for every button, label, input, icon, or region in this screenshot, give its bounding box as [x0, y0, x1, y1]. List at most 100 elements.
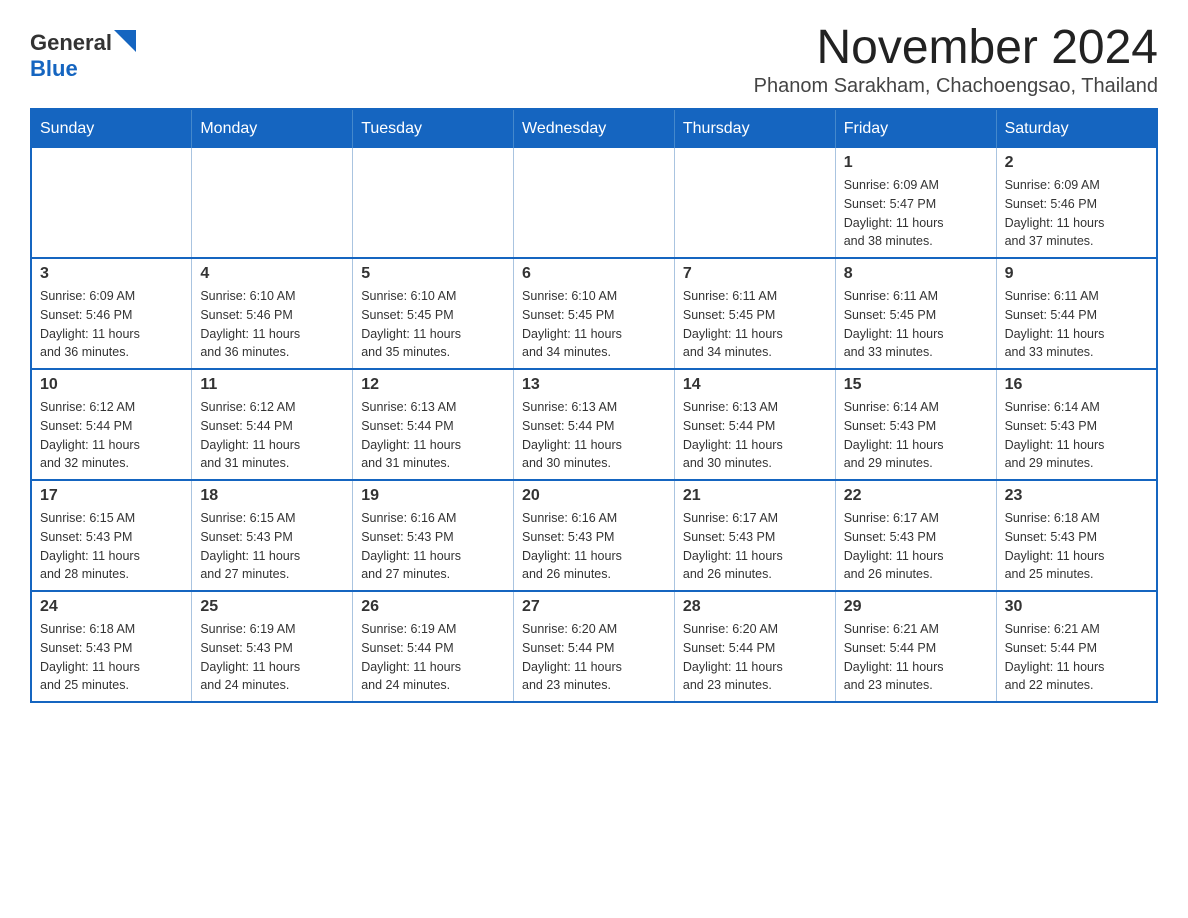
- logo-triangle-icon: [114, 30, 136, 52]
- day-info: Sunrise: 6:09 AMSunset: 5:47 PMDaylight:…: [844, 176, 988, 251]
- day-info: Sunrise: 6:13 AMSunset: 5:44 PMDaylight:…: [683, 398, 827, 473]
- day-number: 1: [844, 154, 988, 172]
- day-info: Sunrise: 6:19 AMSunset: 5:43 PMDaylight:…: [200, 620, 344, 695]
- calendar-day-cell: [353, 148, 514, 258]
- calendar-day-cell: 27Sunrise: 6:20 AMSunset: 5:44 PMDayligh…: [514, 591, 675, 702]
- day-number: 15: [844, 376, 988, 394]
- day-info: Sunrise: 6:11 AMSunset: 5:45 PMDaylight:…: [844, 287, 988, 362]
- calendar-day-cell: 23 Sunrise: 6:18 AMSunset: 5:43 PMDayligh…: [996, 480, 1157, 591]
- calendar-day-cell: 28 Sunrise: 6:20 AMSunset: 5:44 PMDayligh…: [674, 591, 835, 702]
- calendar-day-cell: 12Sunrise: 6:13 AMSunset: 5:44 PMDayligh…: [353, 369, 514, 480]
- title-area: November 2024 Phanom Sarakham, Chachoeng…: [754, 20, 1158, 98]
- day-number: 20: [522, 487, 666, 505]
- day-info: Sunrise: 6:15 AMSunset: 5:43 PMDaylight:…: [200, 509, 344, 584]
- calendar-day-cell: 10 Sunrise: 6:12 AMSunset: 5:44 PMDayligh…: [31, 369, 192, 480]
- calendar-day-cell: 16 Sunrise: 6:14 AMSunset: 5:43 PMDayligh…: [996, 369, 1157, 480]
- day-info: Sunrise: 6:16 AMSunset: 5:43 PMDaylight:…: [361, 509, 505, 584]
- day-info: Sunrise: 6:12 AMSunset: 5:44 PMDaylight:…: [200, 398, 344, 473]
- calendar-day-cell: 26Sunrise: 6:19 AMSunset: 5:44 PMDayligh…: [353, 591, 514, 702]
- calendar-week-row: 1 Sunrise: 6:09 AMSunset: 5:47 PMDaylight…: [31, 148, 1157, 258]
- day-number: 18: [200, 487, 344, 505]
- calendar-day-header: Wednesday: [514, 109, 675, 148]
- calendar-day-cell: 1 Sunrise: 6:09 AMSunset: 5:47 PMDaylight…: [835, 148, 996, 258]
- calendar-day-cell: 17 Sunrise: 6:15 AMSunset: 5:43 PMDayligh…: [31, 480, 192, 591]
- day-info: Sunrise: 6:10 AMSunset: 5:46 PMDaylight:…: [200, 287, 344, 362]
- day-number: 28: [683, 598, 827, 616]
- day-info: Sunrise: 6:16 AMSunset: 5:43 PMDaylight:…: [522, 509, 666, 584]
- calendar-day-cell: 21 Sunrise: 6:17 AMSunset: 5:43 PMDayligh…: [674, 480, 835, 591]
- day-info: Sunrise: 6:14 AMSunset: 5:43 PMDaylight:…: [844, 398, 988, 473]
- logo-blue-text: Blue: [30, 56, 78, 82]
- calendar-day-cell: 25 Sunrise: 6:19 AMSunset: 5:43 PMDayligh…: [192, 591, 353, 702]
- day-info: Sunrise: 6:10 AMSunset: 5:45 PMDaylight:…: [522, 287, 666, 362]
- day-info: Sunrise: 6:20 AMSunset: 5:44 PMDaylight:…: [522, 620, 666, 695]
- calendar-day-cell: 2 Sunrise: 6:09 AMSunset: 5:46 PMDaylight…: [996, 148, 1157, 258]
- day-number: 6: [522, 265, 666, 283]
- day-info: Sunrise: 6:17 AMSunset: 5:43 PMDaylight:…: [683, 509, 827, 584]
- day-number: 5: [361, 265, 505, 283]
- calendar-day-cell: 30Sunrise: 6:21 AMSunset: 5:44 PMDayligh…: [996, 591, 1157, 702]
- day-number: 13: [522, 376, 666, 394]
- calendar-day-cell: [31, 148, 192, 258]
- day-number: 21: [683, 487, 827, 505]
- day-number: 24: [40, 598, 183, 616]
- calendar-day-cell: 19Sunrise: 6:16 AMSunset: 5:43 PMDayligh…: [353, 480, 514, 591]
- calendar-week-row: 17 Sunrise: 6:15 AMSunset: 5:43 PMDayligh…: [31, 480, 1157, 591]
- calendar-table: SundayMondayTuesdayWednesdayThursdayFrid…: [30, 108, 1158, 703]
- calendar-day-header: Tuesday: [353, 109, 514, 148]
- day-number: 17: [40, 487, 183, 505]
- calendar-day-cell: 4Sunrise: 6:10 AMSunset: 5:46 PMDaylight…: [192, 258, 353, 369]
- day-number: 9: [1005, 265, 1148, 283]
- day-info: Sunrise: 6:21 AMSunset: 5:44 PMDaylight:…: [844, 620, 988, 695]
- calendar-day-cell: 13 Sunrise: 6:13 AMSunset: 5:44 PMDayligh…: [514, 369, 675, 480]
- calendar-day-header: Saturday: [996, 109, 1157, 148]
- day-number: 26: [361, 598, 505, 616]
- day-number: 10: [40, 376, 183, 394]
- calendar-day-cell: 6 Sunrise: 6:10 AMSunset: 5:45 PMDaylight…: [514, 258, 675, 369]
- calendar-day-cell: 22 Sunrise: 6:17 AMSunset: 5:43 PMDayligh…: [835, 480, 996, 591]
- day-info: Sunrise: 6:18 AMSunset: 5:43 PMDaylight:…: [1005, 509, 1148, 584]
- day-number: 16: [1005, 376, 1148, 394]
- day-info: Sunrise: 6:10 AMSunset: 5:45 PMDaylight:…: [361, 287, 505, 362]
- day-number: 22: [844, 487, 988, 505]
- calendar-day-cell: [192, 148, 353, 258]
- day-number: 23: [1005, 487, 1148, 505]
- calendar-header-row: SundayMondayTuesdayWednesdayThursdayFrid…: [31, 109, 1157, 148]
- calendar-week-row: 10 Sunrise: 6:12 AMSunset: 5:44 PMDayligh…: [31, 369, 1157, 480]
- day-info: Sunrise: 6:11 AMSunset: 5:45 PMDaylight:…: [683, 287, 827, 362]
- calendar-week-row: 24 Sunrise: 6:18 AMSunset: 5:43 PMDayligh…: [31, 591, 1157, 702]
- calendar-day-header: Thursday: [674, 109, 835, 148]
- calendar-day-header: Friday: [835, 109, 996, 148]
- day-info: Sunrise: 6:13 AMSunset: 5:44 PMDaylight:…: [522, 398, 666, 473]
- main-title: November 2024: [754, 20, 1158, 75]
- calendar-day-cell: [514, 148, 675, 258]
- day-number: 25: [200, 598, 344, 616]
- day-info: Sunrise: 6:11 AMSunset: 5:44 PMDaylight:…: [1005, 287, 1148, 362]
- subtitle: Phanom Sarakham, Chachoengsao, Thailand: [754, 75, 1158, 98]
- calendar-week-row: 3 Sunrise: 6:09 AMSunset: 5:46 PMDaylight…: [31, 258, 1157, 369]
- day-info: Sunrise: 6:09 AMSunset: 5:46 PMDaylight:…: [40, 287, 183, 362]
- day-info: Sunrise: 6:20 AMSunset: 5:44 PMDaylight:…: [683, 620, 827, 695]
- calendar-day-cell: 20 Sunrise: 6:16 AMSunset: 5:43 PMDayligh…: [514, 480, 675, 591]
- day-info: Sunrise: 6:15 AMSunset: 5:43 PMDaylight:…: [40, 509, 183, 584]
- calendar-day-cell: 18 Sunrise: 6:15 AMSunset: 5:43 PMDayligh…: [192, 480, 353, 591]
- calendar-day-cell: 7Sunrise: 6:11 AMSunset: 5:45 PMDaylight…: [674, 258, 835, 369]
- day-number: 3: [40, 265, 183, 283]
- day-info: Sunrise: 6:09 AMSunset: 5:46 PMDaylight:…: [1005, 176, 1148, 251]
- day-number: 12: [361, 376, 505, 394]
- day-info: Sunrise: 6:18 AMSunset: 5:43 PMDaylight:…: [40, 620, 183, 695]
- day-number: 29: [844, 598, 988, 616]
- day-info: Sunrise: 6:17 AMSunset: 5:43 PMDaylight:…: [844, 509, 988, 584]
- calendar-day-cell: 29 Sunrise: 6:21 AMSunset: 5:44 PMDayligh…: [835, 591, 996, 702]
- day-info: Sunrise: 6:12 AMSunset: 5:44 PMDaylight:…: [40, 398, 183, 473]
- calendar-day-cell: [674, 148, 835, 258]
- calendar-day-cell: 9 Sunrise: 6:11 AMSunset: 5:44 PMDaylight…: [996, 258, 1157, 369]
- day-info: Sunrise: 6:14 AMSunset: 5:43 PMDaylight:…: [1005, 398, 1148, 473]
- day-number: 2: [1005, 154, 1148, 172]
- day-number: 11: [200, 376, 344, 394]
- calendar-day-cell: 5 Sunrise: 6:10 AMSunset: 5:45 PMDaylight…: [353, 258, 514, 369]
- calendar-day-header: Monday: [192, 109, 353, 148]
- day-info: Sunrise: 6:21 AMSunset: 5:44 PMDaylight:…: [1005, 620, 1148, 695]
- logo: General Blue: [30, 30, 136, 82]
- calendar-day-cell: 3 Sunrise: 6:09 AMSunset: 5:46 PMDaylight…: [31, 258, 192, 369]
